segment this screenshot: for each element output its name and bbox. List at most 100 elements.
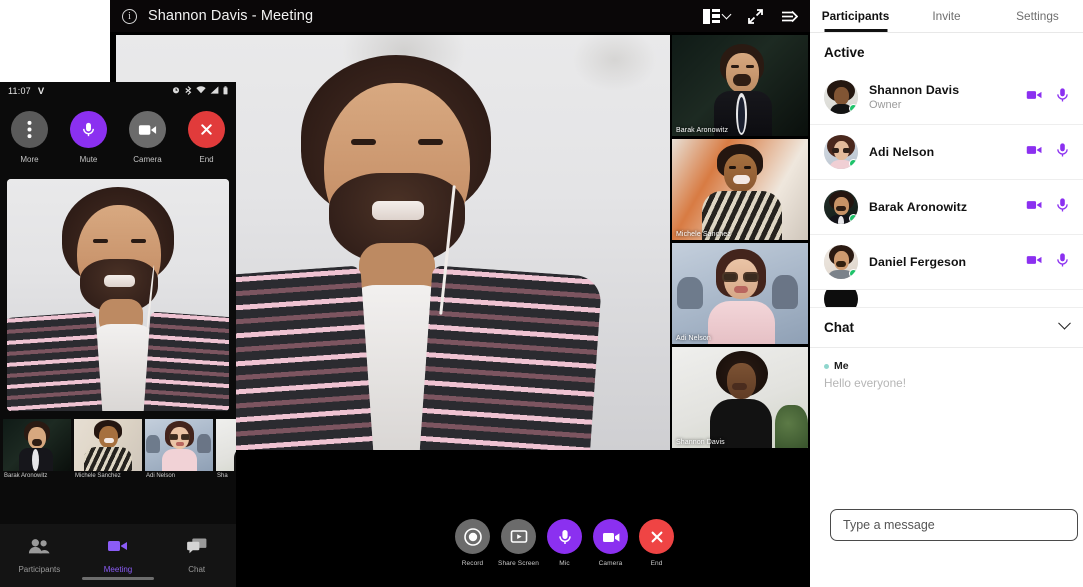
end-call-button[interactable]: End — [639, 519, 674, 577]
nav-item-chat[interactable]: Chat — [157, 524, 236, 587]
chat-author-row: Me — [824, 360, 1069, 372]
participant-name: Barak Aronowitz — [869, 200, 968, 214]
camera-icon[interactable] — [1026, 253, 1043, 272]
avatar — [824, 245, 858, 279]
chat-section-header[interactable]: Chat — [810, 308, 1083, 348]
active-section-title: Active — [824, 45, 865, 60]
online-status-dot — [849, 159, 858, 168]
end-call-icon — [639, 519, 674, 554]
video-thumbnail[interactable]: Shannon Davis — [672, 347, 808, 448]
mic-button[interactable]: Mic — [547, 519, 582, 577]
end-call-button[interactable]: End — [188, 111, 225, 164]
more-dots-icon — [11, 111, 48, 148]
participant-row[interactable] — [810, 290, 1083, 308]
alarm-icon — [172, 86, 180, 96]
mic-icon[interactable] — [1056, 142, 1069, 163]
control-label: End — [650, 560, 663, 567]
expand-fullscreen-icon[interactable] — [747, 8, 764, 25]
participant-role: Owner — [869, 99, 902, 111]
online-status-dot — [849, 214, 858, 223]
signal-icon — [210, 86, 219, 96]
mic-icon[interactable] — [1056, 197, 1069, 218]
info-icon[interactable]: i — [122, 8, 137, 24]
chevron-down-icon — [721, 9, 732, 19]
chat-message: Me Hello everyone! — [810, 348, 1083, 390]
mic-icon[interactable] — [1056, 252, 1069, 273]
thumbnail-name: Adi Nelson — [146, 473, 176, 479]
participant-name: Shannon Davis — [869, 83, 960, 97]
nav-label: Meeting — [103, 564, 133, 574]
camera-icon[interactable] — [1026, 143, 1043, 162]
battery-icon — [223, 85, 228, 97]
tab-invite[interactable]: Invite — [901, 0, 992, 32]
participant-row[interactable]: Adi Nelson — [810, 125, 1083, 180]
phone-video-thumbnail[interactable] — [3, 419, 71, 471]
thumbnail-name: Shannon Davis — [676, 439, 725, 446]
mute-button[interactable]: Mute — [70, 111, 107, 164]
meeting-title: Shannon Davis - Meeting — [148, 8, 314, 24]
participant-row[interactable]: Barak Aronowitz — [810, 180, 1083, 235]
phone-video-thumbnail[interactable] — [74, 419, 142, 471]
chat-message-text: Hello everyone! — [824, 376, 906, 390]
control-label: Mute — [79, 155, 98, 164]
video-thumbnail[interactable]: Adi Nelson — [672, 243, 808, 344]
phone-bottom-nav: Participants Meeting Chat — [0, 524, 236, 587]
author-status-dot — [824, 363, 829, 369]
participant-name: Daniel Fergeson — [869, 255, 967, 269]
control-label: Camera — [598, 560, 623, 567]
home-indicator — [82, 577, 154, 580]
camera-icon — [107, 538, 129, 559]
phone-video-thumbnail[interactable] — [145, 419, 213, 471]
phone-video-thumbnail[interactable] — [216, 419, 236, 471]
video-thumbnail[interactable]: Barak Aronowitz — [672, 35, 808, 136]
thumbnail-name: Michele Sanchez — [75, 473, 121, 479]
avatar — [824, 190, 858, 224]
chat-message-input[interactable] — [830, 509, 1078, 541]
chat-input-wrapper — [830, 509, 1078, 541]
layout-grid-icon[interactable] — [703, 8, 732, 24]
exit-arrow-icon[interactable] — [781, 9, 798, 24]
carrier-logo: V — [37, 85, 45, 97]
participant-video-strip: Barak Aronowitz Michele Sanchez Adi Nels… — [672, 35, 808, 450]
phone-thumbnail-strip: Barak Aronowitz Michele Sanchez Adi Nels… — [0, 419, 236, 483]
participants-icon — [28, 538, 50, 559]
thumbnail-name: Adi Nelson — [676, 335, 711, 342]
end-call-icon — [188, 111, 225, 148]
camera-icon[interactable] — [1026, 198, 1043, 217]
camera-icon[interactable] — [1026, 88, 1043, 107]
record-button[interactable]: Record — [455, 519, 490, 577]
mic-icon — [547, 519, 582, 554]
participant-row[interactable]: Daniel Fergeson — [810, 235, 1083, 290]
avatar — [824, 80, 858, 114]
meeting-titlebar: i Shannon Davis - Meeting — [110, 0, 810, 32]
thumbnail-name: Barak Aronowitz — [4, 473, 48, 479]
participant-row[interactable]: Shannon Davis Owner — [810, 70, 1083, 125]
control-label: Share Screen — [498, 560, 539, 567]
video-thumbnail[interactable]: Michele Sanchez — [672, 139, 808, 240]
phone-self-video[interactable] — [7, 179, 229, 411]
camera-button[interactable]: Camera — [593, 519, 628, 577]
chevron-down-icon[interactable] — [1058, 316, 1071, 330]
thumbnail-name: Michele Sanchez — [676, 231, 731, 238]
nav-item-participants[interactable]: Participants — [0, 524, 79, 587]
thumbnail-name: Barak Aronowitz — [676, 127, 729, 134]
mic-icon[interactable] — [1056, 87, 1069, 108]
nav-label: Participants — [18, 564, 61, 574]
chat-icon — [186, 537, 208, 559]
chat-author: Me — [834, 360, 849, 372]
online-status-dot — [849, 104, 858, 113]
camera-button[interactable]: Camera — [129, 111, 166, 164]
control-label: Record — [461, 560, 484, 567]
status-time: 11:07 — [8, 86, 31, 96]
meeting-controls: Record Share Screen Mic Camera End — [455, 519, 687, 577]
control-label: Camera — [133, 155, 162, 164]
participant-name: Adi Nelson — [869, 145, 935, 159]
share-screen-button[interactable]: Share Screen — [498, 519, 539, 577]
mobile-device-overlay: 11:07 V More Mute Camera End Barak Arono… — [0, 82, 236, 587]
record-icon — [455, 519, 490, 554]
tab-settings[interactable]: Settings — [992, 0, 1083, 32]
more-button[interactable]: More — [11, 111, 48, 164]
bluetooth-icon — [184, 85, 192, 97]
tab-participants[interactable]: Participants — [810, 0, 901, 32]
thumbnail-name: Sha — [217, 473, 228, 479]
